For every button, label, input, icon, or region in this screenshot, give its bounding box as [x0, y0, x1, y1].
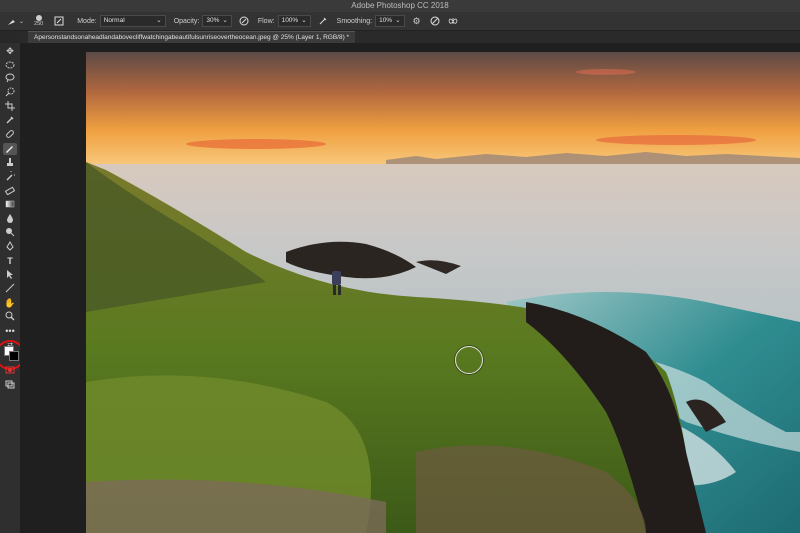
brush-preset-picker[interactable]: 250 — [34, 15, 43, 27]
smoothing-value: 10% — [379, 17, 393, 24]
chevron-down-icon: ⌄ — [222, 17, 228, 24]
pen-pressure-size-icon — [429, 15, 441, 27]
line-shape-icon — [5, 280, 15, 298]
hand-icon: ✋ — [4, 297, 16, 308]
brush-cursor — [455, 346, 483, 374]
mode-value: Normal — [103, 17, 125, 24]
document-tab-title: Apersonstandsonaheadlandabovecliffwatchi… — [34, 34, 350, 41]
brush-size: 250 — [34, 21, 44, 27]
airbrush-button[interactable] — [317, 15, 329, 27]
document-canvas[interactable] — [86, 52, 800, 533]
smoothing-field[interactable]: 10% ⌄ — [375, 15, 405, 27]
zoom-tool[interactable] — [3, 311, 17, 323]
brush-icon — [6, 15, 18, 27]
pressure-opacity-button[interactable] — [238, 15, 250, 27]
smoothing-options-button[interactable]: ⚙ — [411, 15, 423, 27]
pen-pressure-icon — [238, 15, 250, 27]
brush-settings-icon — [53, 15, 65, 27]
mode-dropdown[interactable]: Normal ⌄ — [99, 15, 166, 27]
brush-panel-toggle[interactable] — [53, 15, 65, 27]
shape-tool[interactable] — [3, 283, 17, 295]
tools-panel: ✥ T ✋ ••• ⇄ — [0, 43, 25, 533]
pen-icon — [5, 238, 15, 256]
butterfly-icon — [447, 15, 459, 27]
chevron-down-icon: ⌄ — [19, 18, 25, 25]
mode-label: Mode: — [77, 17, 97, 25]
title-bar: Adobe Photoshop CC 2018 — [0, 0, 800, 12]
flow-label: Flow: — [257, 17, 275, 25]
document-tab-bar: Apersonstandsonaheadlandabovecliffwatchi… — [20, 31, 800, 44]
landscape-photo — [86, 52, 800, 533]
flow-value: 100% — [281, 17, 299, 24]
opacity-label: Opacity: — [173, 17, 200, 25]
opacity-field[interactable]: 30% ⌄ — [202, 15, 232, 27]
airbrush-icon — [317, 15, 329, 27]
magnifier-icon — [5, 308, 15, 326]
smoothing-label: Smoothing: — [336, 17, 373, 25]
move-icon: ✥ — [6, 45, 14, 56]
ellipsis-icon: ••• — [5, 326, 15, 336]
more-tools[interactable]: ••• — [3, 325, 17, 337]
chevron-down-icon: ⌄ — [156, 17, 162, 24]
options-bar: ⌄ 250 Mode: Normal ⌄ Opacity: 30% ⌄ Flow… — [0, 12, 800, 31]
flow-field[interactable]: 100% ⌄ — [277, 15, 311, 27]
screen-mode-icon — [5, 376, 15, 394]
type-icon: T — [7, 256, 13, 266]
pen-tool[interactable] — [3, 241, 17, 253]
gear-icon: ⚙ — [412, 15, 421, 26]
brush-tool-indicator[interactable]: ⌄ — [6, 15, 24, 27]
symmetry-button[interactable] — [447, 15, 459, 27]
chevron-down-icon: ⌄ — [395, 17, 401, 24]
opacity-value: 30% — [206, 17, 220, 24]
app-title: Adobe Photoshop CC 2018 — [351, 1, 449, 10]
screen-mode-button[interactable] — [3, 379, 17, 391]
pressure-size-button[interactable] — [429, 15, 441, 27]
chevron-down-icon: ⌄ — [301, 17, 307, 24]
